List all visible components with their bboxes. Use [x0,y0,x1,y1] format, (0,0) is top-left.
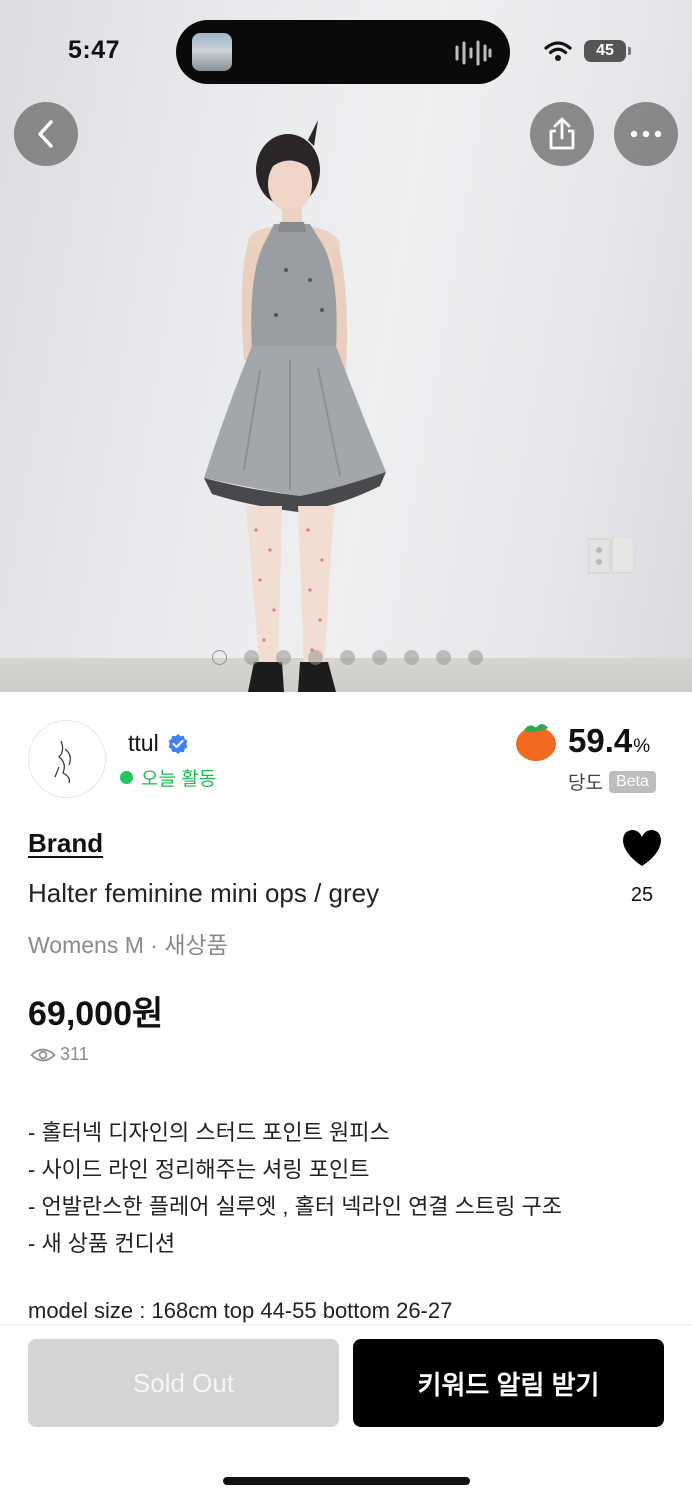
status-time: 5:47 [68,36,121,64]
seller-logo [54,740,71,784]
share-icon [549,117,575,150]
description-line: - 홀터넥 디자인의 스터드 포인트 원피스 [28,1120,390,1145]
pagination-dot[interactable] [404,650,419,665]
heart-icon[interactable] [620,828,664,868]
view-count-value: 311 [60,1044,89,1064]
pagination-dot[interactable] [468,650,483,665]
activity-label: 오늘 활동 [141,769,217,790]
pagination-dot[interactable] [372,650,387,665]
wall-outlet [588,537,634,574]
product-meta: Womens M · 새상품 [28,932,228,958]
pagination-dot[interactable] [308,650,323,665]
battery-level: 45 [596,42,614,59]
battery-indicator: 45 [584,40,631,62]
ripeness-label-row: 당도 Beta [568,768,656,795]
brand-link[interactable]: Brand [28,828,103,859]
pagination-dot[interactable] [276,650,291,665]
pagination-dot[interactable] [212,650,227,665]
ripeness-label: 당도 [568,773,603,794]
keyword-alert-button[interactable]: 키워드 알림 받기 [353,1339,664,1427]
description-line: - 언발란스한 플레어 실루엣 , 홀터 넥라인 연결 스트링 구조 [28,1194,562,1219]
back-button[interactable] [14,102,78,166]
online-dot-icon [120,771,133,784]
model-figure [204,120,386,692]
bottom-action-bar: Sold Out 키워드 알림 받기 [0,1324,692,1500]
product-title: Halter feminine mini ops / grey [28,878,380,908]
eye-icon [30,1048,56,1061]
view-count: 311 [30,1044,89,1065]
pagination-dot[interactable] [340,650,355,665]
seller-name[interactable]: ttul [128,730,159,757]
product-description: - 홀터넥 디자인의 스터드 포인트 원피스 - 사이드 라인 정리해주는 셔링… [28,1114,562,1262]
sold-out-button[interactable]: Sold Out [28,1339,339,1427]
product-price: 69,000원 [28,995,164,1033]
pagination-dot[interactable] [244,650,259,665]
beta-badge: Beta [608,770,656,793]
home-indicator[interactable] [223,1477,470,1485]
more-horizontal-icon [630,130,662,138]
ripeness-unit: % [633,736,651,757]
seller-name-row[interactable]: ttul [128,730,189,757]
share-button[interactable] [530,102,594,166]
wifi-icon [544,41,572,61]
ripeness-value-row: 59.4% [568,722,650,760]
ripeness-score[interactable]: 59.4% [512,720,650,762]
product-photo[interactable] [0,0,692,692]
like-count: 25 [630,884,654,906]
seller-avatar[interactable] [28,720,106,798]
description-line: - 새 상품 컨디션 [28,1231,176,1256]
chevron-left-icon [38,120,53,148]
more-options-button[interactable] [614,102,678,166]
description-line: - 사이드 라인 정리해주는 셔링 포인트 [28,1157,370,1182]
audio-waveform-icon [455,40,492,66]
ripeness-value: 59.4 [568,722,633,759]
activity-status: 오늘 활동 [120,764,216,791]
model-size-text: model size : 168cm top 44-55 bottom 26-2… [28,1298,453,1323]
image-pagination-dots [212,650,483,665]
pagination-dot[interactable] [436,650,451,665]
verified-badge-icon [168,733,188,754]
dynamic-island[interactable] [176,20,510,84]
now-playing-thumbnail [192,33,232,71]
persimmon-icon [516,724,556,761]
